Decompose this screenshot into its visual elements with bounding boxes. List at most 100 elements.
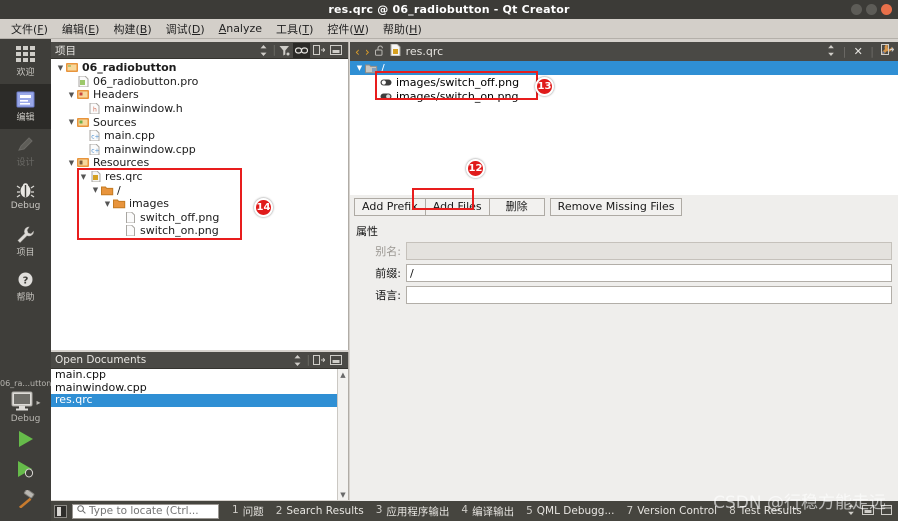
tree-label-prefix-root: /	[117, 183, 121, 197]
tree-item-resources[interactable]: ▼ Resources	[51, 156, 348, 170]
tree-label-mainwindow-cpp: mainwindow.cpp	[104, 142, 196, 156]
tree-item-main-cpp[interactable]: c+ main.cpp	[51, 129, 348, 143]
qrc-prefix-row[interactable]: ▼ /	[350, 61, 898, 75]
updown-icon[interactable]	[824, 44, 838, 59]
open-doc-res-qrc[interactable]: res.qrc	[51, 393, 348, 407]
mode-debug[interactable]: Debug	[0, 174, 51, 219]
open-doc-main-cpp[interactable]: main.cpp	[51, 369, 348, 382]
tree-item-res-qrc[interactable]: ▼ res.qrc	[51, 170, 348, 184]
status-item-test-results[interactable]: 8 Test Results	[723, 505, 808, 517]
remove-missing-files-button[interactable]: Remove Missing Files	[549, 198, 683, 216]
unlock-icon[interactable]	[374, 44, 385, 59]
open-doc-mainwindow-cpp[interactable]: mainwindow.cpp	[51, 381, 348, 395]
close-output-icon[interactable]	[881, 504, 892, 518]
mode-edit[interactable]: 编辑	[0, 84, 51, 129]
sort-icon[interactable]	[289, 353, 306, 368]
add-files-button[interactable]: Add Files	[424, 198, 490, 216]
menu-widgets[interactable]: 控件(W)	[320, 19, 375, 39]
chevron-left-icon[interactable]: ‹	[355, 45, 360, 59]
chevron-down-icon[interactable]: ▼	[78, 173, 89, 181]
qrc-file-row-switch-off[interactable]: images/switch_off.png	[350, 75, 898, 89]
close-icon[interactable]: ✕	[851, 45, 865, 58]
chevron-down-icon[interactable]: ▼	[66, 159, 77, 167]
updown-icon[interactable]	[847, 504, 855, 518]
cpp-file-icon: c+	[88, 143, 101, 156]
remove-button[interactable]: 删除	[488, 198, 545, 216]
tree-item-mainwindow-h[interactable]: h mainwindow.h	[51, 102, 348, 116]
svg-text:c+: c+	[91, 147, 99, 154]
open-documents-scrollbar[interactable]: ▲ ▼	[337, 369, 348, 500]
play-icon[interactable]	[15, 430, 37, 451]
menu-debug[interactable]: 调试(D)	[159, 19, 212, 39]
status-item-app-output[interactable]: 3 应用程序输出	[370, 504, 456, 519]
status-item-compile-output[interactable]: 4 编译输出	[455, 504, 520, 519]
language-field[interactable]	[406, 286, 892, 304]
kit-selector[interactable]: 06_ra...utton ▸ Debug	[0, 375, 51, 424]
mode-projects[interactable]: 项目	[0, 219, 51, 264]
tree-item-headers[interactable]: ▼ Headers	[51, 88, 348, 102]
tree-item-images-folder[interactable]: ▼ images	[51, 197, 348, 211]
menu-file[interactable]: 文件(F)	[4, 19, 55, 39]
editor-filename[interactable]: res.qrc	[406, 45, 444, 58]
prefix-row: 前缀:	[354, 264, 892, 282]
split-icon[interactable]	[310, 353, 327, 368]
chevron-down-icon[interactable]: ▼	[66, 91, 77, 99]
switch-on-icon	[380, 91, 393, 102]
tree-item-project[interactable]: ▼ 06_radiobutton	[51, 61, 348, 75]
image-file-icon	[124, 211, 137, 224]
status-item-search-results[interactable]: 2 Search Results	[270, 505, 370, 517]
add-prefix-button[interactable]: Add Prefix	[354, 198, 426, 216]
scroll-up-icon[interactable]: ▲	[338, 369, 348, 380]
menu-edit[interactable]: 编辑(E)	[55, 19, 107, 39]
status-num-4: 4	[461, 503, 469, 516]
sync-link-icon[interactable]	[293, 42, 310, 58]
split-icon[interactable]	[310, 43, 327, 58]
maximize-output-icon[interactable]	[862, 504, 874, 518]
tree-item-switch-off[interactable]: switch_off.png	[51, 211, 348, 225]
menu-help[interactable]: 帮助(H)	[376, 19, 429, 39]
status-item-version-control[interactable]: 7 Version Control	[621, 505, 724, 517]
hammer-icon[interactable]	[15, 488, 37, 511]
close-button[interactable]	[881, 4, 892, 15]
status-item-issues[interactable]: 1 问题	[226, 504, 270, 519]
minimize-button[interactable]	[851, 4, 862, 15]
tree-item-sources[interactable]: ▼ Sources	[51, 115, 348, 129]
chevron-down-icon[interactable]: ▼	[102, 200, 113, 208]
mode-help[interactable]: ? 帮助	[0, 264, 51, 309]
editor-split-icon[interactable]	[881, 44, 895, 58]
tree-item-pro-file[interactable]: 06_radiobutton.pro	[51, 75, 348, 89]
maximize-button[interactable]	[866, 4, 877, 15]
menu-help-accel: H	[409, 22, 418, 36]
cpp-file-icon: c+	[88, 129, 101, 142]
filter-sort-icon[interactable]	[255, 43, 272, 58]
tree-item-prefix-root[interactable]: ▼ /	[51, 183, 348, 197]
menu-build[interactable]: 构建(B)	[106, 19, 158, 39]
sidebar-toggle-icon[interactable]	[54, 504, 67, 518]
projects-panel: 项目 | ▼ 06_radiobutton 06_radiobutton.pro…	[51, 42, 349, 350]
chevron-down-icon[interactable]: ▼	[354, 64, 365, 72]
minimize-icon[interactable]	[327, 353, 344, 368]
search-input[interactable]: Type to locate (Ctrl...	[72, 503, 219, 519]
play-debug-icon[interactable]	[15, 460, 37, 481]
filter-icon[interactable]	[276, 43, 293, 58]
chevron-down-icon[interactable]: ▼	[66, 118, 77, 126]
open-documents-list[interactable]: main.cpp mainwindow.cpp res.qrc ▲ ▼	[51, 369, 348, 500]
menu-tools[interactable]: 工具(T)	[269, 19, 320, 39]
status-label-compile-output: 编译输出	[472, 505, 515, 518]
folder-res-icon	[77, 157, 90, 168]
status-item-qml-debugger[interactable]: 5 QML Debugg...	[520, 505, 620, 517]
project-tree[interactable]: ▼ 06_radiobutton 06_radiobutton.pro ▼ He…	[51, 59, 348, 350]
menu-analyze[interactable]: Analyze	[212, 20, 269, 37]
menu-file-accel: F	[37, 22, 44, 36]
qrc-file-row-switch-on[interactable]: images/switch_on.png	[350, 89, 898, 103]
tree-item-switch-on[interactable]: switch_on.png	[51, 224, 348, 238]
chevron-right-icon[interactable]: ›	[365, 45, 370, 59]
tree-item-mainwindow-cpp[interactable]: c+ mainwindow.cpp	[51, 143, 348, 157]
chevron-down-icon[interactable]: ▼	[55, 64, 66, 72]
mode-welcome[interactable]: 欢迎	[0, 39, 51, 84]
minimize-icon[interactable]	[327, 43, 344, 58]
chevron-down-icon[interactable]: ▼	[90, 186, 101, 194]
qrc-resource-tree[interactable]: ▼ / images/switch_off.png images/switch_…	[350, 61, 898, 195]
prefix-field[interactable]	[406, 264, 892, 282]
scroll-down-icon[interactable]: ▼	[338, 489, 348, 500]
